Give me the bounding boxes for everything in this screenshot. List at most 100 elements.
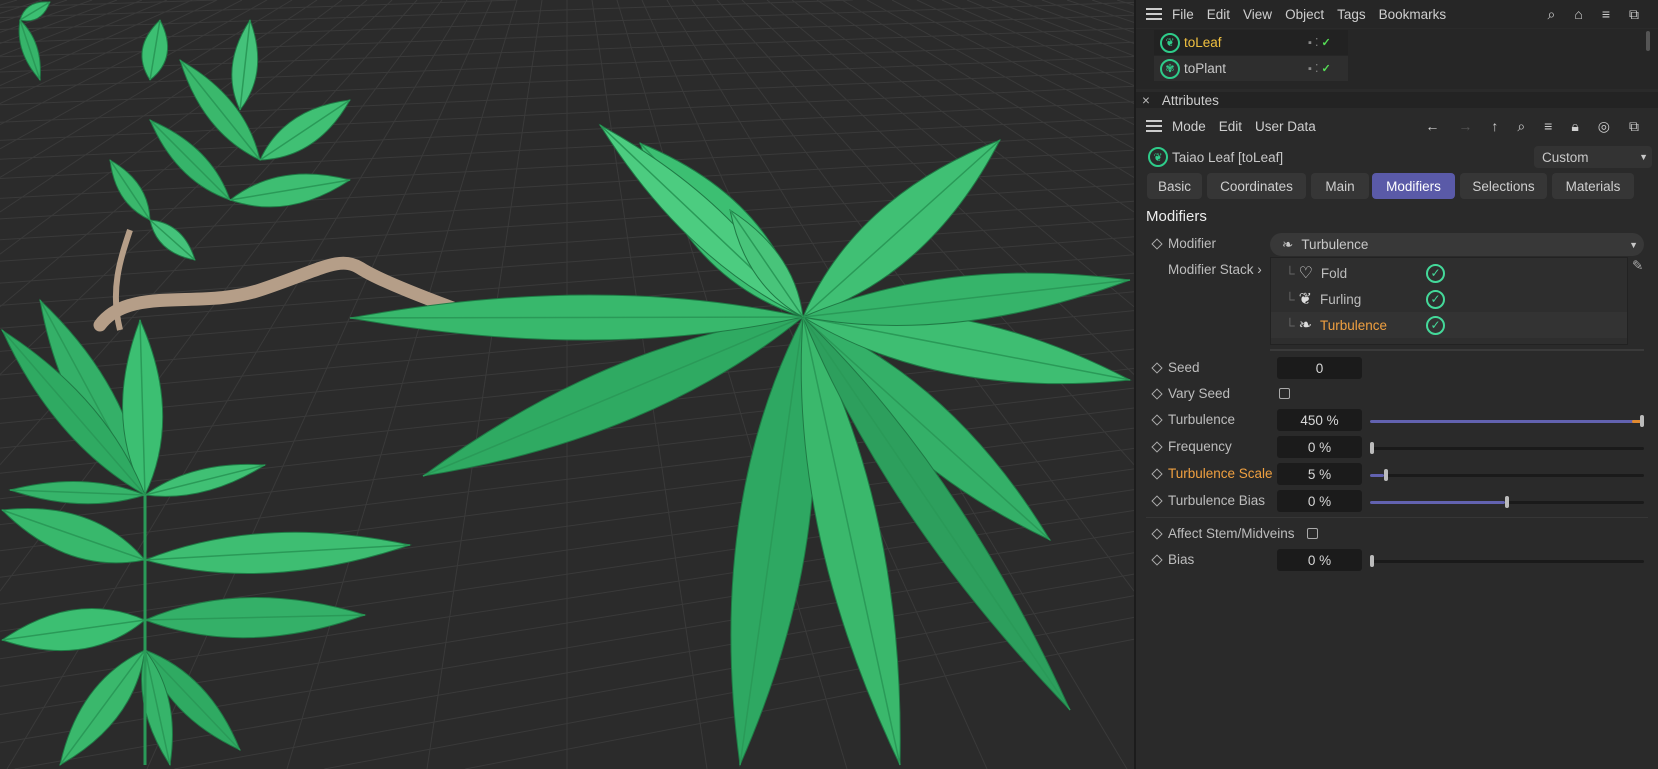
preset-dropdown[interactable]: Custom ▼: [1534, 146, 1652, 168]
keyframe-icon[interactable]: [1151, 414, 1163, 426]
param-value-field[interactable]: 0 %: [1277, 436, 1362, 458]
target-icon[interactable]: ◎: [1598, 118, 1610, 135]
enabled-check-icon[interactable]: ✓: [1426, 263, 1445, 283]
keyframe-icon[interactable]: [1151, 468, 1163, 480]
modifier-stack-item[interactable]: └ ♡ Fold ✓: [1271, 260, 1627, 286]
param-label: Frequency: [1168, 439, 1232, 454]
modifier-dropdown[interactable]: ❧ Turbulence ▼: [1270, 233, 1644, 256]
object-name: toLeaf: [1184, 35, 1222, 50]
param-label: Turbulence Scale: [1168, 466, 1273, 481]
object-row-toleaf[interactable]: ❦ toLeaf ▪ ⁚ ✓: [1154, 30, 1348, 55]
plant-render: [0, 0, 1134, 769]
param-label: Bias: [1168, 552, 1195, 567]
param-value-field[interactable]: 450 %: [1277, 409, 1362, 431]
param-value-field[interactable]: 0: [1277, 357, 1362, 379]
slider-knob[interactable]: [1640, 415, 1644, 427]
3d-viewport[interactable]: [0, 0, 1134, 769]
tab-materials[interactable]: Materials: [1552, 173, 1634, 199]
slider-knob[interactable]: [1370, 555, 1374, 567]
keyframe-icon[interactable]: [1151, 554, 1163, 566]
modifier-stack-item[interactable]: └ ❧ Turbulence ✓: [1271, 312, 1627, 338]
new-window-icon[interactable]: ⧉: [1629, 6, 1639, 23]
modifier-value: Turbulence: [1301, 237, 1369, 252]
checkbox[interactable]: [1307, 528, 1318, 539]
keyframe-icon[interactable]: [1151, 441, 1163, 453]
param-value-field[interactable]: 0 %: [1277, 549, 1362, 571]
tab-main[interactable]: Main: [1311, 173, 1369, 199]
enabled-check-icon[interactable]: ✓: [1426, 289, 1445, 309]
slider-knob[interactable]: [1370, 442, 1374, 454]
ground-grid-line: [0, 0, 18, 6]
slider-knob[interactable]: [1384, 469, 1388, 481]
ground-grid-line: [891, 0, 1134, 125]
turbulence-icon: ❧: [1298, 317, 1312, 334]
enabled-check-icon[interactable]: ✓: [1426, 315, 1445, 335]
menu-edit[interactable]: Edit: [1207, 7, 1230, 22]
plant-shape: [112, 229, 133, 331]
search-icon[interactable]: ⌕: [1548, 6, 1556, 23]
forward-arrow-icon[interactable]: →: [1458, 118, 1472, 135]
lock-icon[interactable]: 🔒︎: [1571, 118, 1578, 135]
param-slider[interactable]: [1370, 496, 1644, 508]
home-icon[interactable]: ⌂: [1574, 6, 1582, 23]
filter-icon[interactable]: ≡: [1602, 6, 1610, 23]
leaf-icon: ❦: [1160, 32, 1180, 53]
tab-modifiers[interactable]: Modifiers: [1372, 173, 1455, 199]
modifier-stack-label[interactable]: Modifier Stack ›: [1168, 262, 1262, 277]
scrollbar[interactable]: [1646, 31, 1650, 51]
slider-fill: [1370, 420, 1640, 423]
param-slider[interactable]: [1370, 469, 1644, 481]
menu-view[interactable]: View: [1243, 7, 1272, 22]
resize-handle[interactable]: [1270, 349, 1644, 351]
up-arrow-icon[interactable]: ↑: [1491, 118, 1498, 135]
param-slider[interactable]: [1370, 442, 1644, 454]
hamburger-icon[interactable]: [1146, 8, 1162, 20]
keyframe-icon[interactable]: [1151, 495, 1163, 507]
menu-mode[interactable]: Mode: [1172, 119, 1206, 134]
close-icon[interactable]: ×: [1142, 93, 1150, 108]
object-list: ❦ toLeaf ▪ ⁚ ✓ ✾ toPlant ▪ ⁚ ✓: [1136, 29, 1658, 89]
param-value-field[interactable]: 5 %: [1277, 463, 1362, 485]
fold-icon: ♡: [1298, 265, 1313, 282]
checkbox[interactable]: [1279, 388, 1290, 399]
param-label: Seed: [1168, 360, 1200, 375]
ground-grid-line: [1016, 0, 1134, 44]
tab-basic[interactable]: Basic: [1147, 173, 1202, 199]
object-row-toplant[interactable]: ✾ toPlant ▪ ⁚ ✓: [1154, 56, 1348, 81]
tab-selections[interactable]: Selections: [1460, 173, 1547, 199]
chevron-down-icon: ▼: [1629, 239, 1638, 250]
right-panel: File Edit View Object Tags Bookmarks ⌕ ⌂ ≡…: [1134, 0, 1658, 769]
param-slider[interactable]: [1370, 555, 1644, 567]
modifier-label: Modifier: [1168, 236, 1217, 251]
slider-knob[interactable]: [1505, 496, 1509, 508]
tag-icons: ▪ ⁚ ✓: [1308, 37, 1331, 49]
tab-coordinates[interactable]: Coordinates: [1207, 173, 1306, 199]
keyframe-icon[interactable]: [1151, 388, 1163, 400]
modifier-stack-item[interactable]: └ ❦ Furling ✓: [1271, 286, 1627, 312]
filter-icon[interactable]: ≡: [1544, 118, 1552, 135]
menu-file[interactable]: File: [1172, 7, 1194, 22]
keyframe-icon[interactable]: [1151, 528, 1163, 540]
eyedropper-icon[interactable]: ✎: [1632, 258, 1643, 274]
menu-object[interactable]: Object: [1285, 7, 1324, 22]
param-slider[interactable]: [1370, 415, 1644, 427]
slider-fill: [1370, 474, 1384, 477]
divider: [1146, 517, 1648, 518]
menu-user-data[interactable]: User Data: [1255, 119, 1316, 134]
new-window-icon[interactable]: ⧉: [1629, 118, 1639, 135]
modifier-name: Furling: [1319, 291, 1362, 307]
plant-shape: [59, 649, 146, 766]
param-value-field[interactable]: 0 %: [1277, 490, 1362, 512]
keyframe-icon[interactable]: [1151, 238, 1163, 250]
param-label: Affect Stem/Midveins: [1168, 526, 1295, 541]
menu-edit[interactable]: Edit: [1219, 119, 1242, 134]
ground-grid-line: [1091, 0, 1134, 14]
menu-tags[interactable]: Tags: [1337, 7, 1366, 22]
ground-grid-line: [0, 0, 517, 19]
hamburger-icon[interactable]: [1146, 120, 1162, 132]
keyframe-icon[interactable]: [1151, 362, 1163, 374]
object-manager-menubar: File Edit View Object Tags Bookmarks ⌕ ⌂ ≡…: [1136, 0, 1658, 28]
search-icon[interactable]: ⌕: [1517, 118, 1525, 135]
back-arrow-icon[interactable]: ←: [1425, 118, 1439, 135]
menu-bookmarks[interactable]: Bookmarks: [1379, 7, 1447, 22]
